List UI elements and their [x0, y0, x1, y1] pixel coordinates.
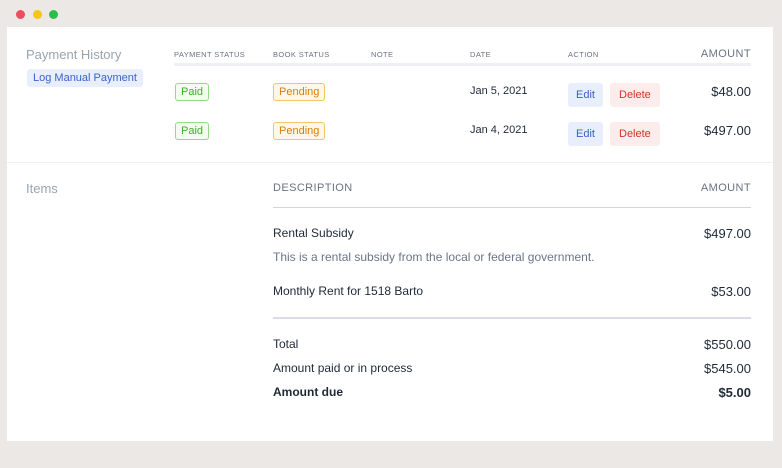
edit-payment-button[interactable]: Edit — [568, 83, 603, 107]
column-header-amount: AMOUNT — [700, 48, 751, 60]
window-maximize-button[interactable] — [49, 10, 58, 19]
payment-amount: $48.00 — [711, 84, 751, 99]
amount-paid-value: $545.00 — [704, 361, 751, 376]
item-amount: $53.00 — [711, 284, 751, 299]
window-close-button[interactable] — [16, 10, 25, 19]
amount-due-label: Amount due — [273, 385, 343, 399]
delete-payment-button[interactable]: Delete — [610, 122, 660, 146]
section-divider — [7, 162, 773, 163]
content-panel: Payment History Log Manual Payment PAYME… — [7, 27, 773, 441]
item-subtitle: This is a rental subsidy from the local … — [273, 250, 595, 264]
window-titlebar — [0, 0, 782, 27]
items-title: Items — [26, 181, 58, 196]
column-header-book-status: BOOK STATUS — [273, 50, 330, 59]
amount-due-value: $5.00 — [718, 385, 751, 400]
log-manual-payment-button[interactable]: Log Manual Payment — [27, 69, 143, 87]
payment-date: Jan 5, 2021 — [470, 85, 528, 97]
column-header-action: ACTION — [568, 50, 599, 59]
amount-paid-label: Amount paid or in process — [273, 361, 413, 375]
table-header-rule — [174, 63, 751, 66]
items-column-header-description: DESCRIPTION — [273, 182, 353, 194]
total-label: Total — [273, 337, 299, 351]
payment-date: Jan 4, 2021 — [470, 124, 528, 136]
payment-status-badge: Paid — [175, 122, 210, 140]
item-description: Monthly Rent for 1518 Barto — [273, 284, 424, 298]
item-amount: $497.00 — [704, 226, 751, 241]
total-amount: $550.00 — [704, 337, 751, 352]
item-description: Rental Subsidy — [273, 226, 354, 240]
items-header-rule — [273, 207, 751, 208]
book-status-badge: Pending — [273, 122, 326, 140]
payment-history-title: Payment History — [26, 47, 122, 62]
column-header-note: NOTE — [371, 50, 394, 59]
payment-amount: $497.00 — [704, 123, 751, 138]
totals-rule — [273, 317, 751, 319]
column-header-payment-status: PAYMENT STATUS — [174, 50, 246, 59]
book-status-badge: Pending — [273, 83, 326, 101]
edit-payment-button[interactable]: Edit — [568, 122, 603, 146]
delete-payment-button[interactable]: Delete — [610, 83, 660, 107]
app-window: Payment History Log Manual Payment PAYME… — [0, 0, 782, 468]
items-column-header-amount: AMOUNT — [700, 182, 751, 194]
window-minimize-button[interactable] — [33, 10, 42, 19]
column-header-date: DATE — [470, 50, 492, 59]
payment-status-badge: Paid — [175, 83, 210, 101]
